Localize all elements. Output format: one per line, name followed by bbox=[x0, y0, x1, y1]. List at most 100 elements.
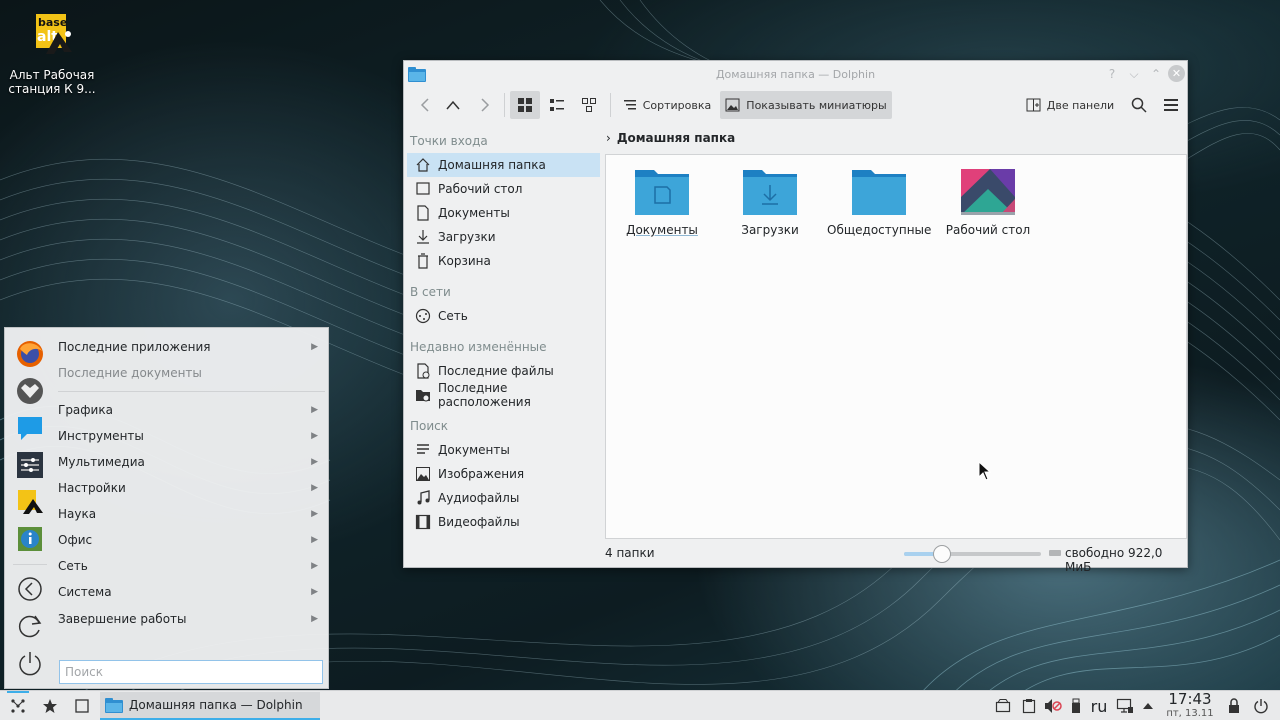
places-item-documents[interactable]: Документы bbox=[407, 201, 600, 225]
menu-graphics[interactable]: Графика ▶ bbox=[58, 397, 318, 423]
places-item-search-images[interactable]: Изображения bbox=[407, 462, 600, 486]
file-item-documents[interactable]: Документы bbox=[610, 167, 714, 237]
menu-science[interactable]: Наука ▶ bbox=[58, 501, 318, 527]
digital-clock[interactable]: 17:43 пт, 13.11 bbox=[1158, 691, 1222, 720]
file-name: Загрузки bbox=[741, 223, 799, 237]
menu-system[interactable]: Система ▶ bbox=[58, 579, 318, 605]
menu-search-input[interactable] bbox=[59, 660, 323, 684]
places-item-trash[interactable]: Корзина bbox=[407, 249, 600, 273]
status-bar: 4 папки свободно 922,0 МиБ bbox=[404, 539, 1187, 574]
forward-button[interactable] bbox=[472, 91, 498, 119]
menu-network[interactable]: Сеть ▶ bbox=[58, 553, 318, 579]
menu-entry-label: Инструменты bbox=[58, 429, 144, 443]
menu-office[interactable]: Офис ▶ bbox=[58, 527, 318, 553]
places-item-label: Сеть bbox=[438, 309, 468, 323]
hamburger-menu-button[interactable] bbox=[1158, 91, 1184, 119]
show-desktop-button[interactable] bbox=[70, 691, 94, 720]
mixer-settings-icon[interactable] bbox=[15, 450, 45, 480]
sort-button[interactable]: Сортировка bbox=[618, 91, 716, 119]
main-toolbar: Сортировка Показывать миниатюры Две пане… bbox=[404, 89, 1187, 123]
places-item-search-documents[interactable]: Документы bbox=[407, 438, 600, 462]
minimize-icon[interactable]: ⌵ bbox=[1126, 66, 1142, 82]
split-view-label: Две панели bbox=[1046, 98, 1115, 112]
breadcrumb-home[interactable]: Домашняя папка bbox=[617, 131, 735, 145]
places-item-downloads[interactable]: Загрузки bbox=[407, 225, 600, 249]
menu-entry-label: Мультимедиа bbox=[58, 455, 145, 469]
compact-view-button[interactable] bbox=[542, 91, 572, 119]
volume-muted-button[interactable] bbox=[1042, 691, 1064, 720]
firefox-icon[interactable] bbox=[15, 339, 45, 369]
mouse-cursor-icon bbox=[978, 461, 992, 481]
back-button[interactable] bbox=[412, 91, 438, 119]
close-icon[interactable]: ✕ bbox=[1168, 65, 1185, 82]
dolphin-window[interactable]: Домашняя папка — Dolphin ? ⌵ ⌃ ✕ Сортиро… bbox=[403, 60, 1188, 574]
clipboard-button[interactable] bbox=[1018, 691, 1040, 720]
file-view[interactable]: Документы Загрузки Общедоступные Рабочий… bbox=[605, 154, 1187, 539]
places-item-label: Последние файлы bbox=[438, 364, 554, 378]
basealt-logo-icon: base alt bbox=[24, 12, 80, 62]
shutdown-icon[interactable] bbox=[15, 648, 45, 678]
menu-separator bbox=[58, 391, 325, 392]
menu-settings[interactable]: Настройки ▶ bbox=[58, 475, 318, 501]
zoom-slider[interactable] bbox=[904, 545, 1041, 563]
places-item-desktop[interactable]: Рабочий стол bbox=[407, 177, 600, 201]
basealt-icon[interactable] bbox=[15, 487, 45, 517]
chat-icon[interactable] bbox=[15, 413, 45, 443]
zoom-slider-handle[interactable] bbox=[933, 545, 951, 563]
menu-tools[interactable]: Инструменты ▶ bbox=[58, 423, 318, 449]
menu-entry-label: Последние документы bbox=[58, 366, 202, 380]
places-item-network[interactable]: Сеть bbox=[407, 304, 600, 328]
network-status-button[interactable] bbox=[1114, 691, 1136, 720]
chevron-right-icon: ▶ bbox=[311, 614, 318, 624]
details-view-button[interactable] bbox=[574, 91, 604, 119]
usb-device-button[interactable] bbox=[1066, 691, 1086, 720]
dolphin-fm-icon[interactable] bbox=[15, 376, 45, 406]
tray-expand-button[interactable] bbox=[1139, 691, 1157, 720]
menu-multimedia[interactable]: Мультимедиа ▶ bbox=[58, 449, 318, 475]
search-button[interactable] bbox=[1126, 91, 1152, 119]
info-center-icon[interactable] bbox=[15, 524, 45, 554]
menu-recent-documents: Последние документы bbox=[58, 360, 318, 386]
clipboard-icon bbox=[1022, 699, 1036, 714]
places-item-home[interactable]: Домашняя папка bbox=[407, 153, 600, 177]
restart-icon[interactable] bbox=[15, 611, 45, 641]
places-item-recent-locations[interactable]: Последние расположения bbox=[407, 381, 600, 409]
file-item-public[interactable]: Общедоступные bbox=[827, 167, 931, 237]
maximize-icon[interactable]: ⌃ bbox=[1148, 66, 1164, 82]
places-item-label: Изображения bbox=[438, 467, 525, 481]
icons-view-button[interactable] bbox=[510, 91, 540, 119]
task-dolphin[interactable]: Домашняя папка — Dolphin bbox=[100, 692, 320, 720]
lock-screen-icon[interactable] bbox=[15, 574, 45, 604]
free-space-indicator bbox=[1049, 550, 1061, 556]
places-item-recent-files[interactable]: Последние файлы bbox=[407, 359, 600, 383]
menu-recent-apps[interactable]: Последние приложения ▶ bbox=[58, 334, 318, 360]
home-icon bbox=[415, 157, 431, 173]
places-item-label: Аудиофайлы bbox=[438, 491, 520, 505]
lock-button[interactable] bbox=[1224, 691, 1244, 720]
app-launcher-button[interactable] bbox=[6, 691, 30, 720]
places-item-label: Корзина bbox=[438, 254, 491, 268]
menu-shutdown[interactable]: Завершение работы ▶ bbox=[58, 606, 318, 632]
breadcrumb[interactable]: › Домашняя папка bbox=[606, 129, 735, 147]
chevron-right-icon: ▶ bbox=[311, 431, 318, 441]
drive-icon bbox=[995, 699, 1011, 713]
places-item-search-video[interactable]: Видеофайлы bbox=[407, 510, 600, 534]
file-name: Общедоступные bbox=[827, 223, 932, 237]
device-notifier-button[interactable] bbox=[992, 691, 1014, 720]
keyboard-layout-indicator[interactable]: ru bbox=[1087, 691, 1111, 720]
split-view-button[interactable]: Две панели bbox=[1024, 91, 1116, 119]
show-previews-button[interactable]: Показывать миниатюры bbox=[720, 91, 892, 119]
desktop-icon bbox=[415, 181, 431, 197]
places-section-recent: Недавно изменённые bbox=[410, 340, 547, 354]
favorites-button[interactable] bbox=[38, 691, 62, 720]
search-icon bbox=[1131, 97, 1147, 113]
places-section-entry-points: Точки входа bbox=[410, 134, 488, 148]
file-item-downloads[interactable]: Загрузки bbox=[718, 167, 822, 237]
help-icon[interactable]: ? bbox=[1104, 66, 1120, 82]
window-titlebar[interactable]: Домашняя папка — Dolphin ? ⌵ ⌃ ✕ bbox=[404, 61, 1187, 89]
power-button[interactable] bbox=[1250, 691, 1272, 720]
places-item-search-audio[interactable]: Аудиофайлы bbox=[407, 486, 600, 510]
desktop-icon-alt-workstation[interactable]: base alt Альт Рабочая станция К 9... bbox=[6, 12, 98, 96]
file-item-desktop[interactable]: Рабочий стол bbox=[936, 167, 1040, 237]
up-button[interactable] bbox=[440, 91, 466, 119]
